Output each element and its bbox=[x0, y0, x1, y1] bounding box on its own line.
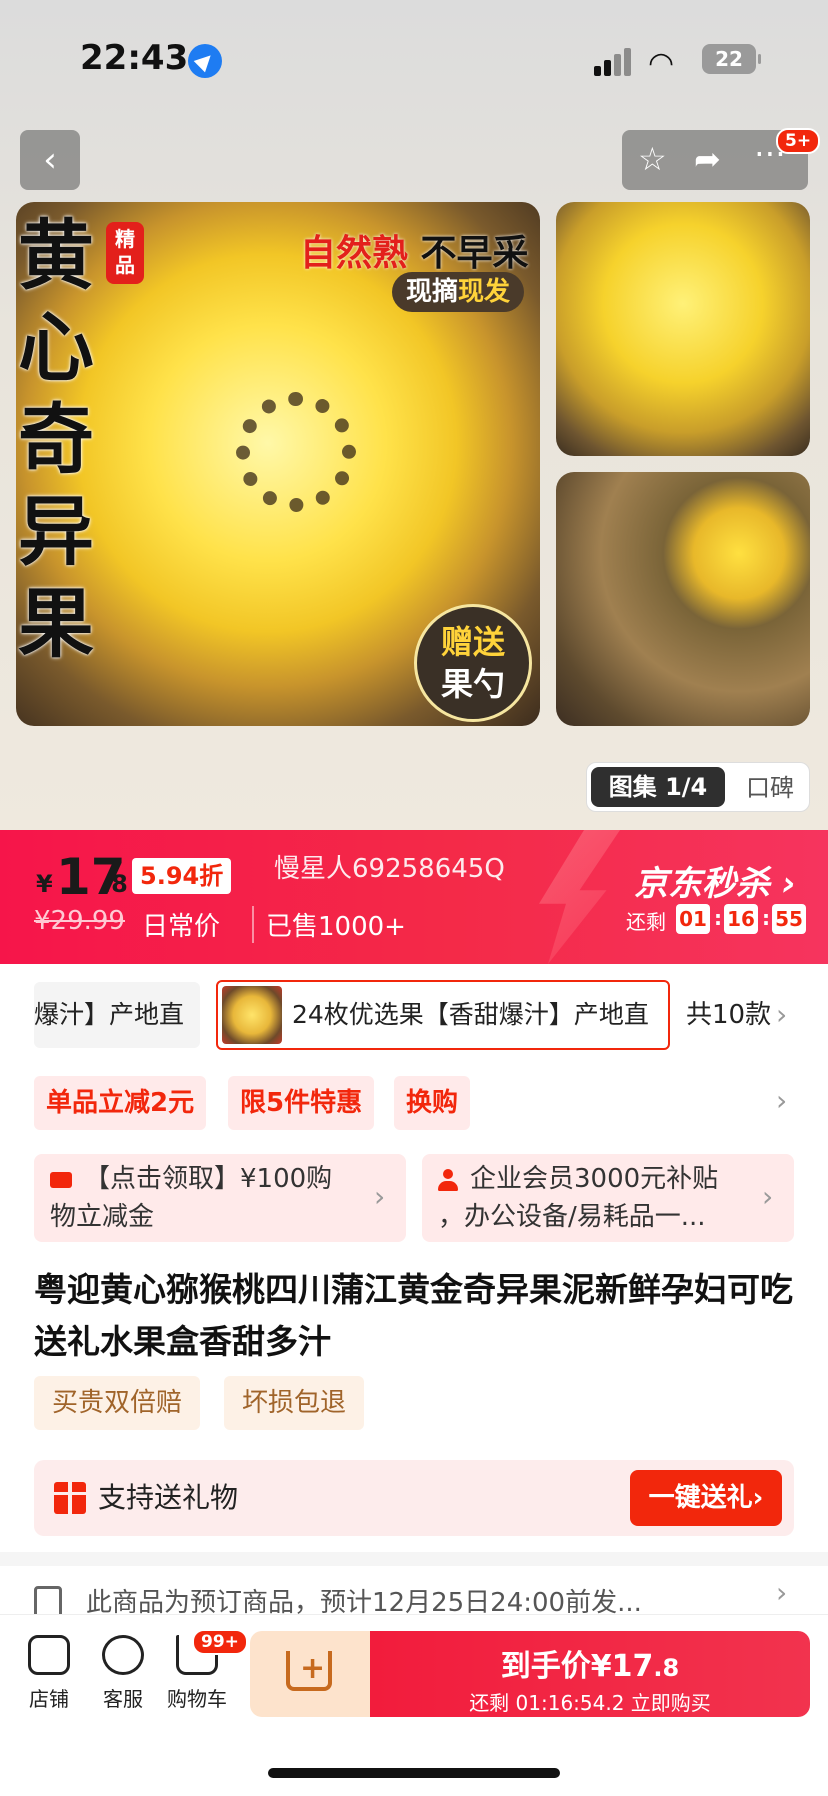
buy-subtext: 还剩 01:16:54.2 立即购买 bbox=[469, 1691, 711, 1715]
chevron-right-icon[interactable]: › bbox=[776, 998, 787, 1031]
remain-label: 还剩 bbox=[626, 910, 666, 934]
cellular-signal-icon bbox=[594, 48, 634, 76]
seckill-label: 京东秒杀 bbox=[634, 864, 770, 904]
kiwi-seeds-decoration bbox=[236, 392, 356, 512]
store-icon bbox=[28, 1635, 70, 1675]
variant-chip-selected[interactable]: 24枚优选果【香甜爆汁】产地直 bbox=[216, 980, 670, 1050]
star-icon[interactable]: ☆ bbox=[638, 140, 667, 178]
slogan-red: 自然熟 bbox=[300, 233, 409, 274]
seckill-link[interactable]: 京东秒杀 › bbox=[634, 856, 796, 905]
promo-tags: 单品立减2元 限5件特惠 换购 › bbox=[0, 1072, 828, 1152]
guarantee-tag[interactable]: 买贵双倍赔 bbox=[34, 1376, 201, 1430]
coupon-card[interactable]: 【点击领取】¥100购 物立减金 › bbox=[34, 1154, 406, 1242]
side-image-2[interactable] bbox=[556, 472, 810, 726]
tab-gallery[interactable]: 图集 1/4 bbox=[591, 767, 725, 807]
chevron-right-icon: › bbox=[374, 1180, 386, 1213]
service-label: 客服 bbox=[103, 1687, 143, 1711]
gift-icon bbox=[54, 1482, 86, 1514]
cart-badge: 99+ bbox=[192, 1629, 248, 1655]
section-divider bbox=[0, 1552, 828, 1566]
customer-service-button[interactable]: 客服 bbox=[88, 1635, 158, 1712]
variant-selector: 爆汁】产地直 24枚优选果【香甜爆汁】产地直 共10款 › bbox=[0, 972, 828, 1072]
variant-chip[interactable]: 爆汁】产地直 bbox=[34, 982, 200, 1048]
daily-price-label: 日常价 bbox=[142, 912, 221, 942]
gift-support-bar: 支持送礼物 一键送礼› bbox=[34, 1460, 794, 1536]
hero-slogan: 自然熟 不早采 bbox=[300, 224, 529, 276]
buy-now-button[interactable]: 到手价¥17.8 还剩 01:16:54.2 立即购买 bbox=[370, 1631, 810, 1717]
add-to-cart-button[interactable]: + bbox=[250, 1631, 370, 1717]
back-button[interactable]: ‹ bbox=[20, 130, 80, 190]
side-image-1[interactable] bbox=[556, 202, 810, 456]
buy-price-decimal: .8 bbox=[653, 1654, 680, 1682]
hero-pill: 现摘现发 bbox=[392, 272, 525, 312]
chevron-right-icon: › bbox=[776, 1576, 788, 1609]
smiley-icon bbox=[102, 1635, 144, 1675]
watermark-text: 慢星人69258645Q bbox=[274, 854, 505, 884]
price-yen: ¥ bbox=[36, 870, 53, 898]
coupon-line2: ，办公设备/易耗品一... bbox=[438, 1202, 706, 1232]
promo-tag[interactable]: 限5件特惠 bbox=[228, 1076, 375, 1130]
gift-line1: 赠送 bbox=[440, 623, 505, 661]
variant-count[interactable]: 共10款 bbox=[686, 982, 771, 1048]
chevron-right-icon: › bbox=[762, 1180, 774, 1213]
hero-vertical-title: 黄心奇异果 bbox=[18, 211, 94, 668]
countdown-hours: 01 bbox=[676, 904, 710, 934]
chevron-right-icon: › bbox=[781, 864, 796, 904]
send-gift-label: 一键送礼 bbox=[648, 1483, 753, 1513]
status-time: 22:43 bbox=[80, 38, 189, 78]
countdown-separator: : bbox=[714, 906, 722, 930]
share-icon[interactable]: ➦ bbox=[694, 140, 721, 178]
coupon-row: 【点击领取】¥100购 物立减金 › 企业会员3000元补贴 ，办公设备/易耗品… bbox=[0, 1152, 828, 1252]
buy-price: 到手价¥17 bbox=[500, 1649, 654, 1684]
gift-spoon-badge: 赠送 果勺 bbox=[414, 604, 532, 722]
send-gift-button[interactable]: 一键送礼› bbox=[630, 1470, 782, 1526]
hero-gallery[interactable]: 22:43 ◠ 22 黄心奇异果 精品 自然熟 不早采 现摘现发 赠送 果勺 ‹ … bbox=[0, 0, 828, 830]
coupon-line2: 物立减金 bbox=[50, 1202, 155, 1232]
slogan-black: 不早采 bbox=[408, 233, 529, 274]
battery-icon: 22 bbox=[702, 44, 761, 74]
pill-b: 现发 bbox=[458, 277, 511, 307]
countdown-seconds: 55 bbox=[772, 904, 806, 934]
variant-label: 24枚优选果【香甜爆汁】产地直 bbox=[292, 1000, 649, 1029]
pill-a: 现摘 bbox=[406, 277, 459, 307]
product-page: 22:43 ◠ 22 黄心奇异果 精品 自然熟 不早采 现摘现发 赠送 果勺 ‹ … bbox=[0, 0, 828, 1796]
gallery-switch: 图集 1/4 口碑 bbox=[586, 762, 810, 812]
guarantee-tag[interactable]: 坏损包退 bbox=[224, 1376, 365, 1430]
countdown-separator: : bbox=[762, 906, 770, 930]
gift-line2: 果勺 bbox=[440, 665, 505, 703]
tab-reviews[interactable]: 口碑 bbox=[733, 763, 807, 811]
coupon-line1: 【点击领取】¥100购 bbox=[84, 1164, 333, 1194]
gift-support-text: 支持送礼物 bbox=[98, 1481, 239, 1514]
premium-seal: 精品 bbox=[106, 222, 144, 284]
home-indicator bbox=[268, 1768, 560, 1778]
price-decimal: .8 bbox=[102, 870, 128, 898]
coupon-card[interactable]: 企业会员3000元补贴 ，办公设备/易耗品一... › bbox=[422, 1154, 794, 1242]
person-icon bbox=[438, 1168, 458, 1191]
location-arrow-icon bbox=[188, 44, 222, 78]
sold-count: 已售1000+ bbox=[252, 906, 406, 943]
shop-button[interactable]: 店铺 bbox=[14, 1635, 84, 1712]
coupon-line1: 企业会员3000元补贴 bbox=[470, 1164, 719, 1194]
chevron-left-icon: ‹ bbox=[43, 140, 57, 180]
discount-badge: 5.94折 bbox=[132, 858, 232, 894]
original-price: ¥29.99 bbox=[34, 906, 125, 936]
status-bar: 22:43 ◠ 22 bbox=[0, 0, 828, 110]
countdown-minutes: 16 bbox=[724, 904, 758, 934]
shop-label: 店铺 bbox=[29, 1687, 69, 1711]
variant-thumbnail bbox=[222, 986, 282, 1044]
cart-label: 购物车 bbox=[167, 1687, 227, 1711]
notification-badge: 5+ bbox=[776, 128, 821, 154]
plus-icon: + bbox=[300, 1651, 326, 1686]
chevron-right-icon[interactable]: › bbox=[776, 1084, 787, 1117]
product-title: 粤迎黄心猕猴桃四川蒲江黄金奇异果泥新鲜孕妇可吃送礼水果盒香甜多汁 bbox=[34, 1270, 793, 1361]
wifi-icon: ◠ bbox=[648, 46, 675, 81]
card-icon bbox=[50, 1171, 72, 1188]
promo-tag[interactable]: 换购 bbox=[394, 1076, 471, 1130]
promo-tag[interactable]: 单品立减2元 bbox=[34, 1076, 207, 1130]
